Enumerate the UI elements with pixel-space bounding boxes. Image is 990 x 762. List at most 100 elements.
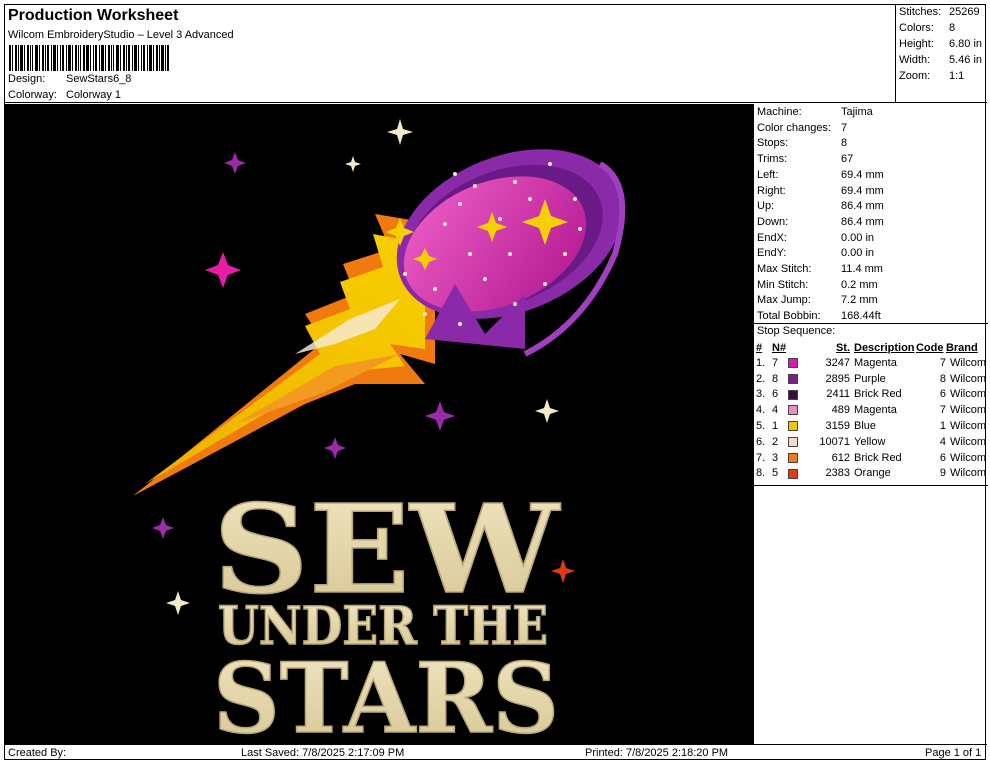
thread-code: 9: [939, 467, 946, 480]
row-index: 1.: [756, 356, 766, 369]
summary-row: Zoom: 1:1: [899, 70, 964, 82]
colorway-row: Colorway: Colorway 1: [8, 89, 121, 101]
info-row: Up: 86.4 mm: [757, 200, 884, 212]
summary-value: 8: [949, 22, 956, 34]
thread-code: 1: [939, 420, 946, 433]
color-swatch: [788, 452, 798, 463]
info-row: EndX: 0.00 in: [757, 232, 874, 244]
info-value: 69.4 mm: [841, 168, 884, 181]
info-row: Color changes: 7: [757, 122, 847, 134]
info-label: EndX:: [757, 231, 787, 244]
info-label: Stops:: [757, 137, 789, 150]
info-value: 0.2 mm: [841, 278, 878, 291]
col-header-needle: N#: [772, 341, 787, 354]
info-row: EndY: 0.00 in: [757, 247, 874, 259]
stitch-count: 3159: [825, 420, 850, 433]
info-row: Down: 86.4 mm: [757, 216, 884, 228]
stitch-count: 612: [831, 451, 850, 464]
needle-number: 7: [772, 356, 779, 369]
info-label: Right:: [757, 184, 786, 197]
thread-brand: Wilcom: [949, 467, 986, 480]
needle-cell: 2: [772, 434, 802, 450]
info-label: Max Jump:: [757, 294, 811, 307]
thread-description: Orange: [854, 467, 891, 480]
info-row: Min Stitch: 0.2 mm: [757, 279, 878, 291]
thread-brand: Wilcom: [949, 356, 986, 369]
row-index: 7.: [756, 451, 766, 464]
needle-cell: 7: [772, 355, 802, 371]
page-number: Page 1 of 1: [925, 747, 982, 759]
info-label: Down:: [757, 215, 789, 228]
info-value: 86.4 mm: [841, 215, 884, 228]
thread-description: Magenta: [854, 404, 897, 417]
thread-description: Magenta: [854, 356, 897, 369]
info-value: 7: [841, 121, 848, 134]
thread-brand: Wilcom: [949, 404, 986, 417]
color-swatch: [788, 389, 798, 400]
design-label: Design:: [8, 73, 46, 85]
info-label: Max Stitch:: [757, 263, 812, 275]
thread-code: 7: [939, 356, 946, 369]
info-label: Up:: [757, 200, 775, 213]
info-value: 168.44ft: [841, 310, 881, 323]
info-row: Max Stitch: 11.4 mm: [757, 263, 883, 275]
color-swatch: [788, 405, 798, 416]
thread-code: 8: [939, 372, 946, 385]
info-row: Right: 69.4 mm: [757, 185, 884, 197]
worksheet: Production Worksheet Wilcom EmbroiderySt…: [4, 4, 988, 760]
needle-number: 5: [772, 467, 779, 480]
stitch-count: 2895: [825, 372, 850, 385]
stitch-count: 489: [831, 404, 850, 417]
info-label: Total Bobbin:: [757, 310, 821, 323]
created-by: Created By:: [8, 747, 67, 759]
info-value: 11.4 mm: [841, 263, 883, 275]
needle-cell: 3: [772, 450, 802, 466]
info-value: 8: [841, 137, 848, 150]
table-row: 6. 2 10071 Yellow 4 Wilcom: [756, 434, 986, 450]
software-name: Wilcom EmbroideryStudio – Level 3 Advanc…: [8, 29, 234, 41]
summary-value: 25269: [949, 6, 980, 18]
stop-sequence-label: Stop Sequence:: [757, 325, 836, 337]
thread-brand: Wilcom: [949, 451, 986, 464]
needle-number: 6: [772, 388, 779, 401]
color-swatch: [788, 357, 798, 368]
page-title: Production Worksheet: [8, 7, 179, 24]
summary-label: Width:: [899, 54, 931, 66]
info-value: 7.2 mm: [841, 294, 878, 307]
col-header-code: Code: [915, 341, 944, 354]
embroidery-artwork: SEW UNDER THE STARS: [133, 119, 626, 744]
col-header-description: Description: [854, 341, 915, 354]
row-index: 6.: [756, 435, 766, 448]
info-label: Color changes:: [757, 121, 831, 134]
info-value: 0.00 in: [841, 247, 875, 260]
row-index: 8.: [756, 467, 766, 480]
comet-tail: [133, 214, 435, 496]
last-saved: Last Saved: 7/8/2025 2:17:09 PM: [241, 747, 405, 759]
needle-cell: 1: [772, 418, 802, 434]
needle-cell: 8: [772, 371, 802, 387]
thread-brand: Wilcom: [949, 420, 986, 433]
divider: [754, 485, 988, 486]
info-label: Machine:: [757, 106, 802, 118]
thread-description: Brick Red: [854, 388, 902, 401]
info-label: Min Stitch:: [757, 278, 809, 291]
summary-value: 5.46 in: [949, 54, 983, 66]
worksheet-header: Production Worksheet Wilcom EmbroiderySt…: [5, 5, 895, 103]
col-header-brand: Brand: [945, 341, 978, 354]
color-swatch: [788, 421, 798, 432]
needle-number: 2: [772, 435, 779, 448]
color-swatch: [788, 468, 798, 479]
artwork-text-line3: STARS: [213, 642, 559, 744]
needle-number: 4: [772, 404, 779, 417]
thread-description: Blue: [854, 420, 877, 433]
stitch-count: 2383: [825, 467, 850, 480]
color-swatch: [788, 373, 798, 384]
design-summary: Stitches: 25269 Colors: 8 Height: 6.80 in W…: [895, 5, 987, 103]
thread-description: Yellow: [854, 435, 886, 448]
stitch-count: 10071: [819, 435, 850, 448]
info-label: Trims:: [757, 153, 788, 166]
thread-description: Brick Red: [854, 451, 902, 464]
table-row: 8. 5 2383 Orange 9 Wilcom: [756, 466, 986, 482]
needle-number: 8: [772, 372, 779, 385]
summary-row: Stitches: 25269: [899, 6, 980, 18]
